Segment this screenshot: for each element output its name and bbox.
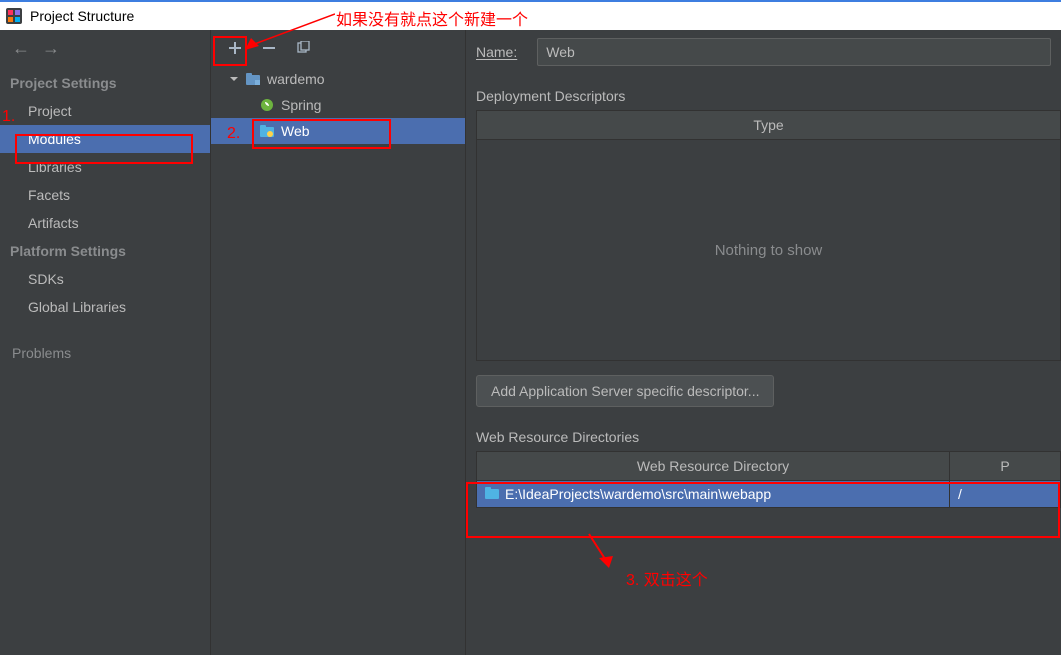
module-tree-panel: wardemo Spring Web [211, 30, 466, 655]
resource-path-header: P [950, 452, 1060, 480]
resource-table: Web Resource Directory P E:\IdeaProjects… [476, 451, 1061, 508]
tree-root[interactable]: wardemo [211, 66, 465, 92]
module-folder-icon [245, 71, 261, 87]
nav-libraries[interactable]: Libraries [0, 153, 210, 181]
deployment-descriptors-title: Deployment Descriptors [476, 88, 1061, 104]
tree-root-label: wardemo [267, 71, 325, 87]
type-column-header: Type [477, 111, 1060, 140]
tree-spring-label: Spring [281, 97, 321, 113]
nav-artifacts[interactable]: Artifacts [0, 209, 210, 237]
web-resource-title: Web Resource Directories [476, 429, 1061, 445]
nav-forward-icon[interactable]: → [42, 38, 60, 59]
resource-row[interactable]: E:\IdeaProjects\wardemo\src\main\webapp … [477, 481, 1060, 507]
spring-icon [259, 97, 275, 113]
web-folder-icon [259, 123, 275, 139]
left-settings-panel: ← → Project Settings Project Modules Lib… [0, 30, 211, 655]
nav-global-libraries[interactable]: Global Libraries [0, 293, 210, 321]
nav-problems[interactable]: Problems [0, 339, 210, 367]
nav-project[interactable]: Project [0, 97, 210, 125]
resource-path-cell[interactable]: E:\IdeaProjects\wardemo\src\main\webapp [477, 481, 950, 507]
nav-facets[interactable]: Facets [0, 181, 210, 209]
resource-rel-cell[interactable]: / [950, 481, 1060, 507]
nav-modules[interactable]: Modules [0, 125, 210, 153]
title-bar: Project Structure [0, 0, 1061, 30]
name-label: Name: [476, 44, 517, 60]
tree-spring[interactable]: Spring [211, 92, 465, 118]
project-settings-header: Project Settings [0, 69, 210, 97]
add-module-button[interactable] [221, 34, 249, 62]
app-icon [6, 8, 22, 24]
nav-back-icon[interactable]: ← [12, 38, 30, 59]
platform-settings-header: Platform Settings [0, 237, 210, 265]
window-title: Project Structure [30, 8, 134, 24]
facet-detail-panel: Name: Deployment Descriptors Type Nothin… [466, 30, 1061, 655]
tree-web[interactable]: Web [211, 118, 465, 144]
empty-table-placeholder: Nothing to show [477, 140, 1060, 360]
copy-module-button[interactable] [289, 34, 317, 62]
tree-web-label: Web [281, 123, 310, 139]
deployment-table: Type Nothing to show [476, 110, 1061, 361]
resource-path-text: E:\IdeaProjects\wardemo\src\main\webapp [505, 486, 771, 502]
nav-sdks[interactable]: SDKs [0, 265, 210, 293]
remove-module-button[interactable] [255, 34, 283, 62]
module-tree: wardemo Spring Web [211, 66, 465, 144]
name-input[interactable] [537, 38, 1051, 66]
resource-dir-header: Web Resource Directory [477, 452, 950, 480]
folder-icon [485, 486, 499, 502]
chevron-down-icon [227, 72, 241, 86]
module-toolbar [211, 30, 465, 66]
add-descriptor-button[interactable]: Add Application Server specific descript… [476, 375, 774, 407]
